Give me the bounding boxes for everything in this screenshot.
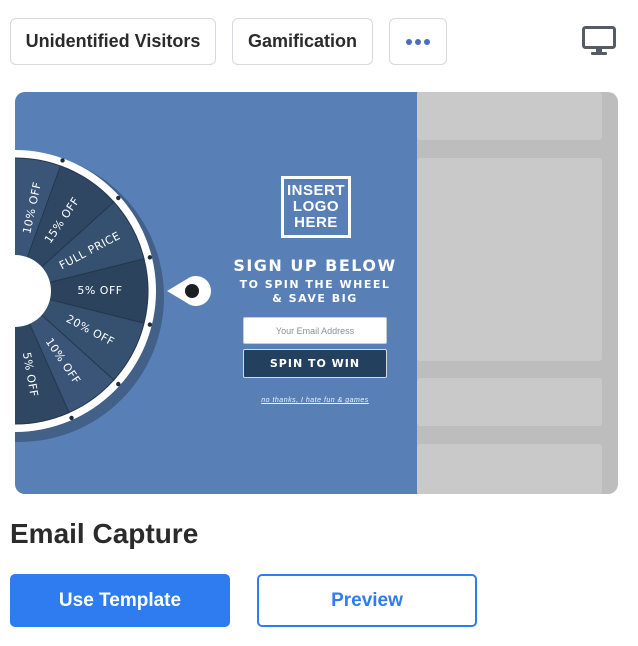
site-placeholder-block [417,444,602,494]
decline-link[interactable]: no thanks, I hate fun & games [235,397,395,404]
wheel-peg [69,415,74,421]
more-tags-button[interactable] [389,18,447,65]
spin-to-win-button[interactable]: SPIN TO WIN [243,349,387,378]
tag-gamification[interactable]: Gamification [232,18,373,65]
more-horizontal-icon [406,38,430,45]
subheadline-line: & SAVE BIG [272,292,358,305]
use-template-button[interactable]: Use Template [10,574,230,627]
wheel-segment-label: 5% OFF [77,284,122,297]
wheel-peg [116,195,121,201]
wheel-peg [116,381,121,387]
subheadline-line: TO SPIN THE WHEEL [239,278,391,291]
wheel-peg [147,255,153,260]
spin-wheel-popup: 10% OFF 15% OFF FULL PRICE 5% OFF 20% OFF 10%… [15,92,417,494]
logo-line: INSERT [286,182,345,199]
wheel-peg [147,322,153,327]
site-placeholder-block [417,158,602,361]
logo-line: LOGO [292,198,340,215]
popup-headline: SIGN UP BELOW [233,256,397,275]
popup-subheadline: TO SPIN THE WHEEL & SAVE BIG [225,278,405,306]
logo-line: HERE [294,214,338,231]
template-title: Email Capture [10,518,199,549]
wheel-pointer-pin [185,284,199,298]
logo-placeholder: INSERT LOGO HERE [281,176,351,238]
preview-button[interactable]: Preview [257,574,477,627]
site-placeholder-block [417,92,602,140]
wheel-peg [60,158,65,163]
site-placeholder-block [417,378,602,426]
template-preview-thumbnail[interactable]: 10% OFF 15% OFF FULL PRICE 5% OFF 20% OFF 10%… [15,92,618,494]
desktop-monitor-icon[interactable] [582,26,616,56]
tag-unidentified-visitors[interactable]: Unidentified Visitors [10,18,216,65]
email-field[interactable]: Your Email Address [243,317,387,344]
